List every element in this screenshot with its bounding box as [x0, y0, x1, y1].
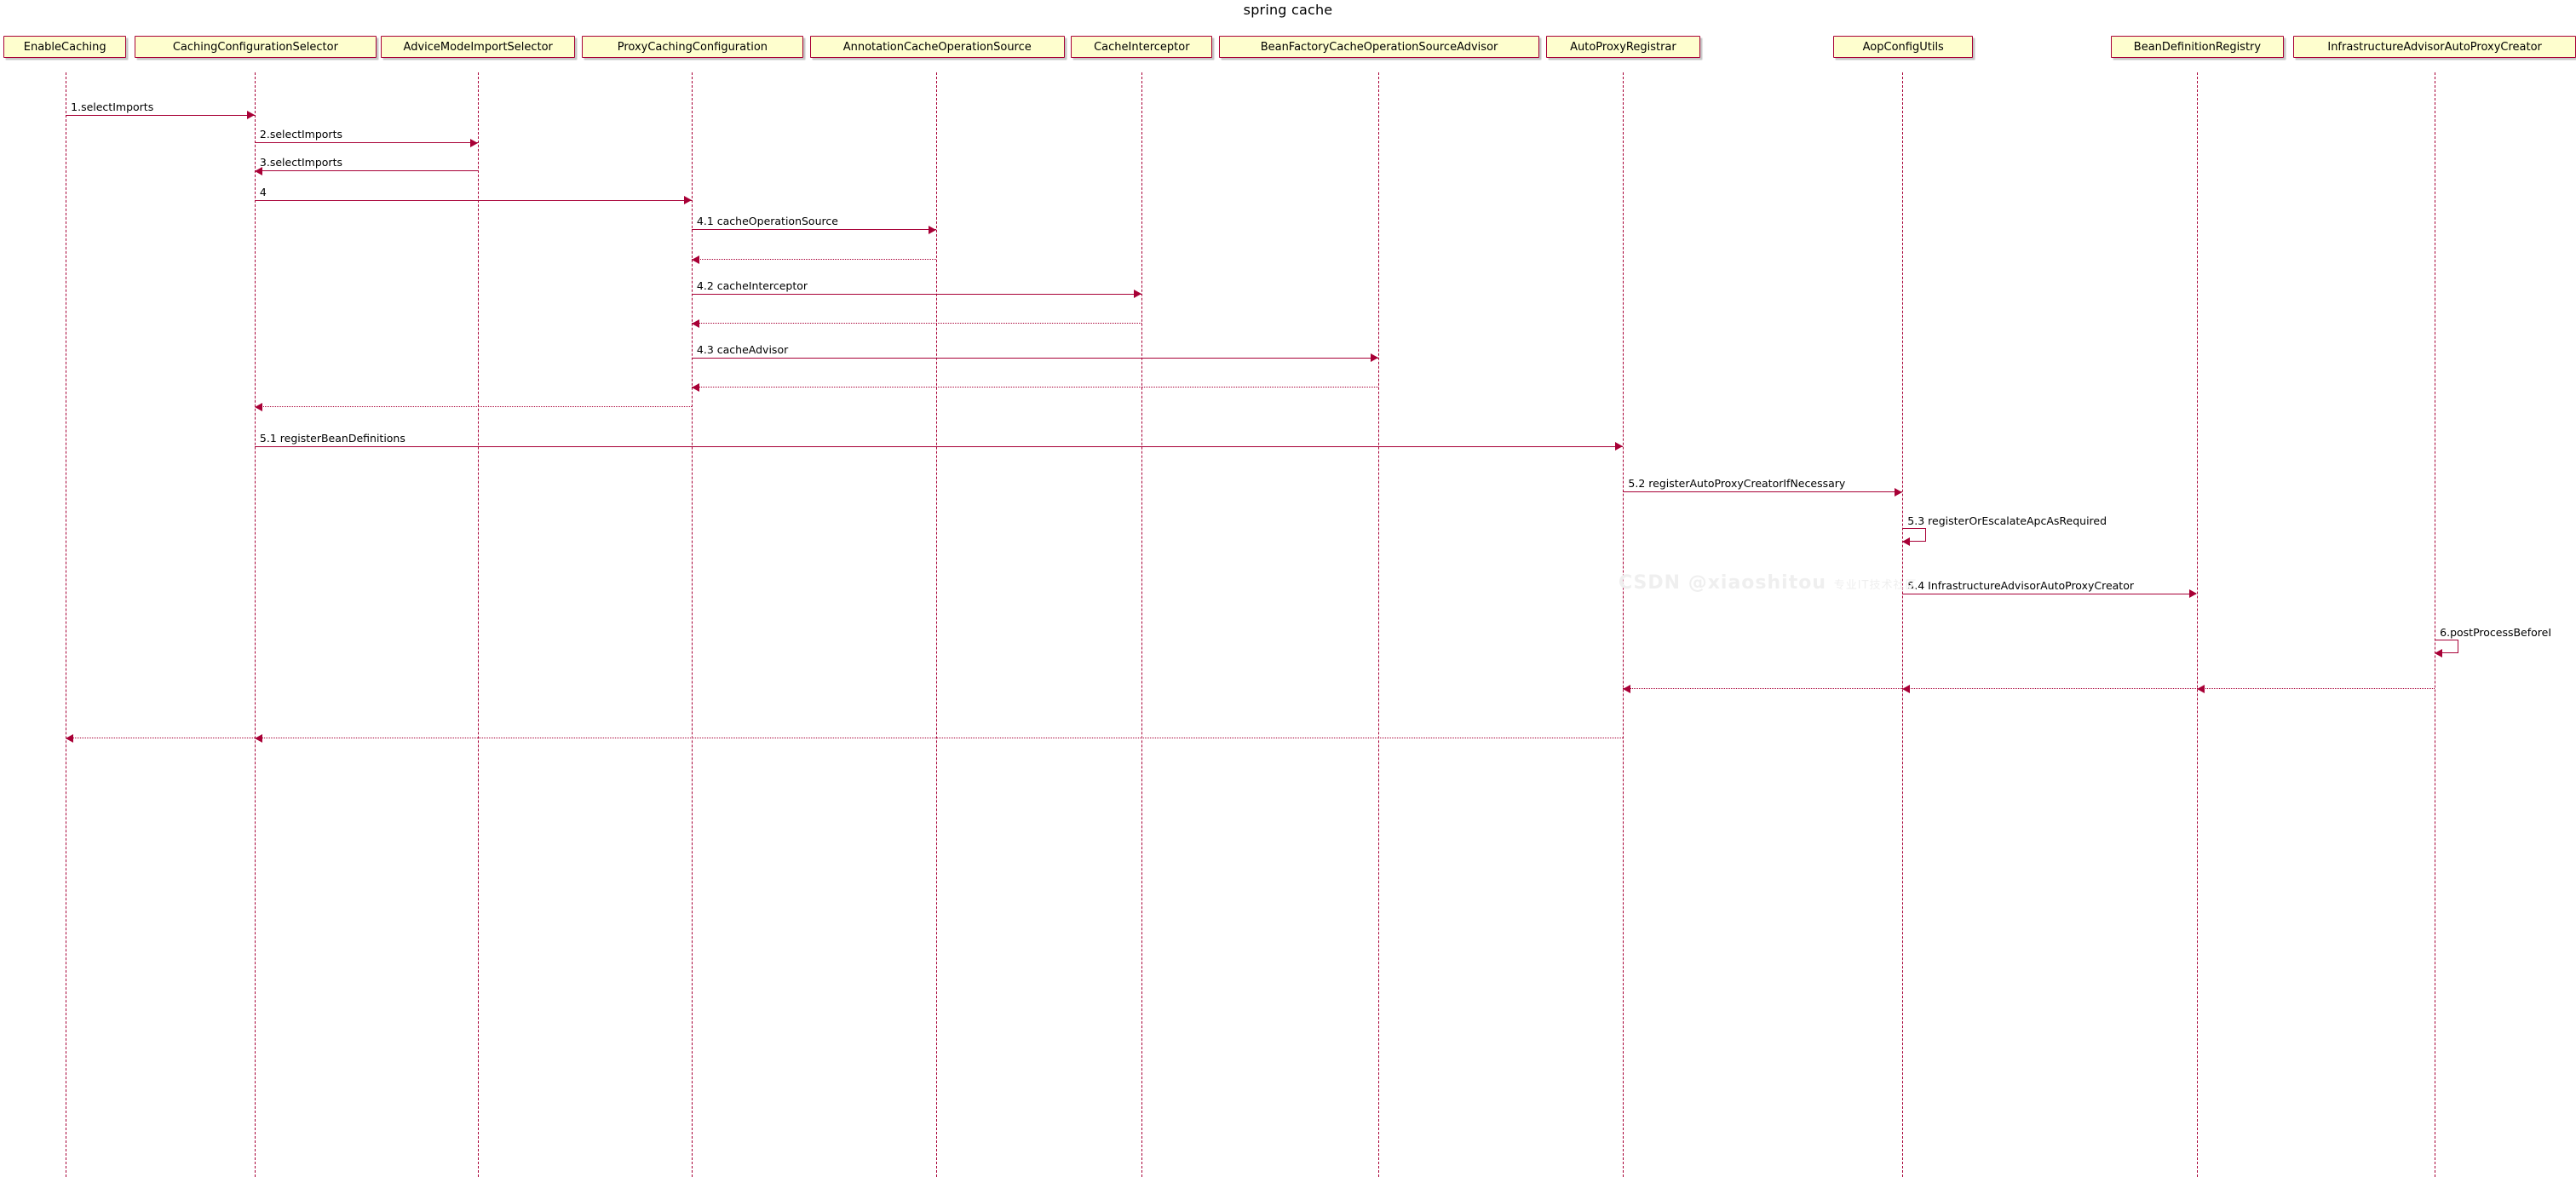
participant-label: AopConfigUtils [1862, 40, 1944, 54]
lifeline-autoproxyregistrar [1623, 72, 1624, 1177]
message-label-3: 3.selectImports [259, 156, 342, 169]
message-label-4.2: 4.2 cacheInterceptor [696, 278, 808, 292]
participant-label: BeanDefinitionRegistry [2133, 40, 2262, 54]
message-label-1: 1.selectImports [71, 100, 154, 113]
participant-label: AnnotationCacheOperationSource [842, 40, 1032, 54]
message-line-5.1r [1623, 688, 1903, 690]
participant-cachingconfigurationselector[interactable]: CachingConfigurationSelector [135, 36, 377, 59]
arrowhead-5.1r [1623, 684, 1631, 693]
arrowhead-5.1 [1615, 442, 1624, 451]
message-line-4.2 [691, 293, 1142, 295]
arrowhead-5.4 [2188, 589, 2197, 599]
message-label-5.1: 5.1 registerBeanDefinitions [259, 431, 405, 445]
arrowhead-0r [66, 733, 74, 743]
arrowhead-4r [254, 402, 262, 411]
participant-label: AutoProxyRegistrar [1570, 40, 1676, 54]
lifeline-cachingconfigurationselector [254, 72, 256, 1177]
lifeline-proxycachingconfiguration [691, 72, 693, 1177]
arrowhead-5.3 [1902, 537, 1911, 546]
message-line-4r [254, 406, 692, 408]
arrowhead-4.1r [691, 255, 699, 264]
arrowhead-1 [246, 111, 255, 120]
message-line-4.2r [691, 323, 1142, 324]
arrowhead-4.3 [1371, 353, 1379, 363]
participant-autoproxyregistrar[interactable]: AutoProxyRegistrar [1545, 36, 1701, 59]
arrowhead-6r [2196, 684, 2205, 693]
arrowhead-2 [470, 138, 479, 147]
lifeline-advicemodeimportselector [478, 72, 480, 1177]
lifeline-aopconfigutils [1902, 72, 1904, 1177]
message-line-4.1r [691, 259, 937, 261]
arrowhead-4.2 [1134, 290, 1142, 299]
message-line-5.2r [1902, 688, 2197, 690]
arrowhead-4.2r [691, 319, 699, 328]
arrowhead-4.3r [691, 382, 699, 392]
arrowhead-5.2 [1895, 487, 1903, 497]
arrowhead-4 [683, 196, 692, 205]
participant-infrastructureadvisorautoproxycreator[interactable]: InfrastructureAdvisorAutoProxyCreator [2293, 36, 2576, 59]
participant-label: EnableCaching [23, 40, 106, 54]
message-line-4.1 [691, 229, 937, 231]
participant-label: CachingConfigurationSelector [172, 40, 338, 54]
page-title: spring cache [1243, 2, 1333, 18]
arrowhead-6 [2435, 648, 2443, 657]
participant-cacheinterceptor[interactable]: CacheInterceptor [1071, 36, 1213, 59]
participant-label: ProxyCachingConfiguration [617, 40, 768, 54]
message-label-2: 2.selectImports [259, 128, 342, 141]
participant-annotationcacheoperationsource[interactable]: AnnotationCacheOperationSource [809, 36, 1065, 59]
arrowhead-4.1 [929, 225, 937, 234]
message-line-4.3r [691, 387, 1379, 388]
watermark-main: CSDN @xiaoshitou [1619, 572, 1827, 594]
participant-aopconfigutils[interactable]: AopConfigUtils [1833, 36, 1974, 59]
message-line-2 [254, 142, 479, 144]
arrowhead-5.2r [1902, 684, 1911, 693]
message-line-1 [66, 114, 255, 116]
message-line-6r [2196, 688, 2435, 690]
lifeline-annotationcacheoperationsource [936, 72, 938, 1177]
participant-proxycachingconfiguration[interactable]: ProxyCachingConfiguration [581, 36, 804, 59]
message-line-4.3 [691, 357, 1379, 359]
sequence-diagram-canvas: spring cache EnableCaching CachingConfigu… [0, 0, 2576, 1177]
message-label-4.1: 4.1 cacheOperationSource [696, 215, 838, 228]
csdn-watermark: CSDN @xiaoshitou 专业IT技术社区 [1619, 572, 1917, 594]
message-label-4.3: 4.3 cacheAdvisor [696, 342, 789, 356]
message-label-6: 6.postProcessBeforeI [2440, 625, 2552, 639]
participant-advicemodeimportselector[interactable]: AdviceModeImportSelector [381, 36, 575, 59]
message-label-5.3: 5.3 registerOrEscalateApcAsRequired [1907, 514, 2107, 527]
message-label-5.4: 5.4 InfrastructureAdvisorAutoProxyCreato… [1907, 578, 2134, 592]
lifeline-cacheinterceptor [1141, 72, 1143, 1177]
lifeline-beandefinitionregistry [2196, 72, 2198, 1177]
message-label-5.2: 5.2 registerAutoProxyCreatorIfNecessary [1628, 477, 1846, 491]
message-line-4 [254, 199, 692, 201]
participant-label: AdviceModeImportSelector [403, 40, 553, 54]
message-line-3 [254, 170, 479, 172]
arrowhead-5r [254, 733, 262, 743]
participant-beandefinitionregistry[interactable]: BeanDefinitionRegistry [2111, 36, 2284, 59]
watermark-sub: 专业IT技术社区 [1833, 579, 1918, 592]
message-line-5.2 [1623, 491, 1903, 493]
participant-label: InfrastructureAdvisorAutoProxyCreator [2327, 40, 2542, 54]
participant-enablecaching[interactable]: EnableCaching [3, 36, 127, 59]
participant-label: BeanFactoryCacheOperationSourceAdvisor [1260, 40, 1498, 54]
lifeline-beanfactorycacheoperationsourceadvisor [1378, 72, 1380, 1177]
participant-beanfactorycacheoperationsourceadvisor[interactable]: BeanFactoryCacheOperationSourceAdvisor [1219, 36, 1540, 59]
message-label-4: 4 [259, 185, 267, 198]
message-line-5.1 [254, 445, 1624, 447]
participant-label: CacheInterceptor [1094, 40, 1190, 54]
